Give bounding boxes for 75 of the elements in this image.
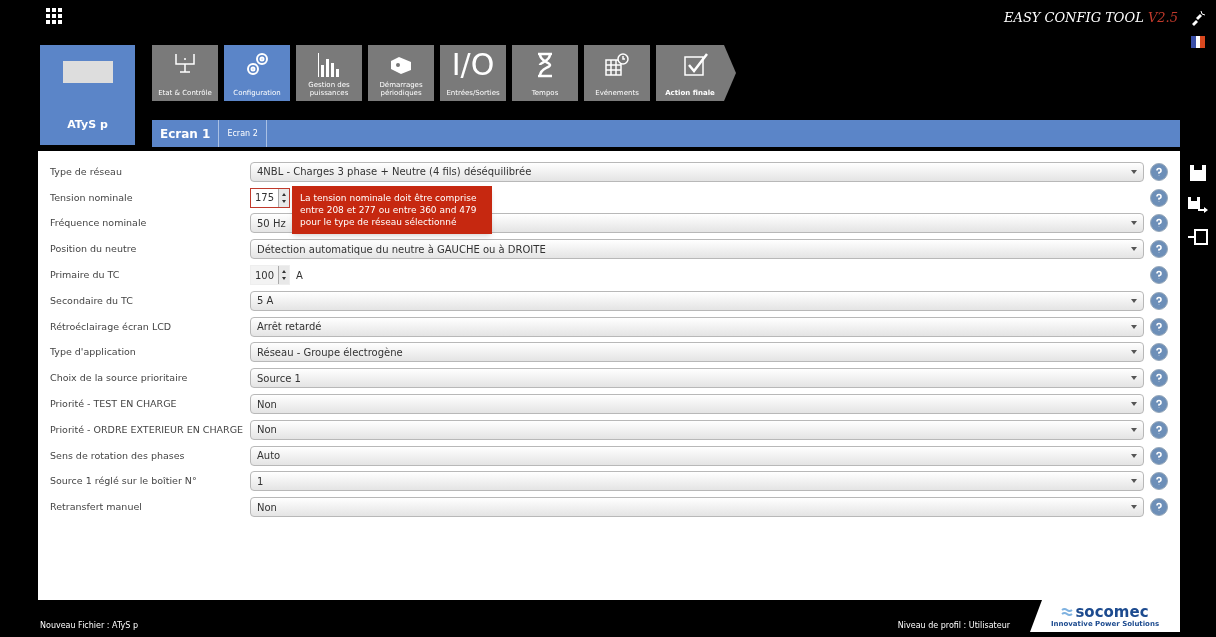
field-label: Tension nominale — [50, 190, 134, 205]
dropdown[interactable]: Réseau - Groupe électrogène — [250, 342, 1144, 363]
field-label: Fréquence nominale — [50, 216, 148, 231]
spin-arrows-icon[interactable] — [278, 266, 290, 285]
number-field[interactable]: 175 — [250, 187, 291, 208]
help-icon[interactable] — [1150, 214, 1168, 233]
grid-menu-icon[interactable] — [46, 8, 62, 26]
dropdown[interactable]: Source 1 — [250, 368, 1144, 389]
caret-icon — [1131, 298, 1137, 303]
number-field[interactable]: 100 — [250, 265, 291, 286]
help-icon[interactable] — [1150, 472, 1168, 491]
field-label: Type de réseau — [50, 164, 123, 179]
dropdown[interactable]: Non — [250, 419, 1144, 440]
help-icon[interactable] — [1150, 343, 1168, 362]
caret-icon — [1131, 427, 1137, 432]
dropdown[interactable]: Détection automatique du neutre à GAUCHE ou à DROITE — [250, 239, 1144, 260]
dropdown[interactable]: Arrêt retardé — [250, 316, 1144, 337]
spin-arrows-icon[interactable] — [278, 188, 290, 207]
dropdown[interactable]: 1 — [250, 471, 1144, 492]
profile-status: Niveau de profil : Utilisateur — [897, 620, 1010, 632]
field-label: Rétroéclairage écran LCD — [50, 319, 173, 334]
caret-icon — [1131, 247, 1137, 252]
field-label: Sens de rotation des phases — [50, 448, 186, 463]
import-icon[interactable] — [1188, 229, 1208, 245]
help-icon[interactable] — [1150, 162, 1168, 181]
unit-label: A — [296, 268, 303, 283]
caret-icon — [1131, 479, 1137, 484]
logo-wordmark: socomec — [1075, 604, 1149, 620]
save-icon[interactable] — [1190, 165, 1206, 181]
help-icon[interactable] — [1150, 188, 1168, 207]
plug-icon[interactable] — [1190, 10, 1206, 26]
caret-icon — [1131, 350, 1137, 355]
device-tile[interactable]: ATyS p — [40, 45, 135, 145]
field-label: Secondaire du TC — [50, 293, 134, 308]
dropdown[interactable]: 5 A — [250, 290, 1144, 311]
io-label: I/O — [451, 51, 495, 79]
caret-icon — [1131, 376, 1137, 381]
help-icon[interactable] — [1150, 498, 1168, 517]
help-icon[interactable] — [1150, 317, 1168, 336]
caret-icon — [1131, 221, 1137, 226]
help-icon[interactable] — [1150, 266, 1168, 285]
dropdown[interactable]: Auto — [250, 445, 1144, 466]
save-as-icon[interactable] — [1188, 197, 1208, 213]
help-icon[interactable] — [1150, 291, 1168, 310]
caret-icon — [1131, 324, 1137, 329]
caret-icon — [1131, 169, 1137, 174]
calendar-clock-icon — [603, 51, 631, 79]
field-label: Choix de la source prioritaire — [50, 371, 189, 386]
checkbox-icon — [682, 51, 710, 79]
dropdown[interactable]: 4NBL - Charges 3 phase + Neutre (4 fils) déséquilibrée — [250, 161, 1144, 182]
field-label: Priorité - ORDRE EXTERIEUR EN CHARGE — [50, 422, 244, 437]
caret-icon — [1131, 453, 1137, 458]
field-label: Primaire du TC — [50, 267, 121, 282]
screen-tab[interactable]: Ecran 2 — [219, 120, 267, 147]
field-label: Retransfert manuel — [50, 500, 143, 515]
field-label: Type d'application — [50, 345, 137, 360]
help-icon[interactable] — [1150, 420, 1168, 439]
screen-tab[interactable]: Ecran 1 — [152, 120, 220, 147]
french-flag-icon[interactable] — [1191, 36, 1205, 48]
field-label: Priorité - TEST EN CHARGE — [50, 396, 178, 411]
device-photo-placeholder — [62, 61, 113, 83]
file-status: Nouveau Fichier : ATyS p — [40, 620, 138, 632]
field-label: Position du neutre — [50, 242, 138, 257]
help-icon[interactable] — [1150, 369, 1168, 388]
help-icon[interactable] — [1150, 446, 1168, 465]
caret-icon — [1131, 505, 1137, 510]
logo-mark-icon — [1061, 607, 1074, 617]
help-icon[interactable] — [1150, 395, 1168, 414]
error-tooltip: La tension nominale doit être comprise entre 208 et 277 ou entre 360 and 479 pour le type de réseau sélectionné — [292, 185, 492, 234]
app-title: EASY CONFIG TOOL V2.5 — [1004, 9, 1178, 27]
caret-icon — [1131, 402, 1137, 407]
dropdown[interactable]: Non — [250, 394, 1144, 415]
dropdown[interactable]: Non — [250, 497, 1144, 518]
help-icon[interactable] — [1150, 240, 1168, 259]
field-label: Source 1 réglé sur le boîtier N° — [50, 474, 198, 489]
